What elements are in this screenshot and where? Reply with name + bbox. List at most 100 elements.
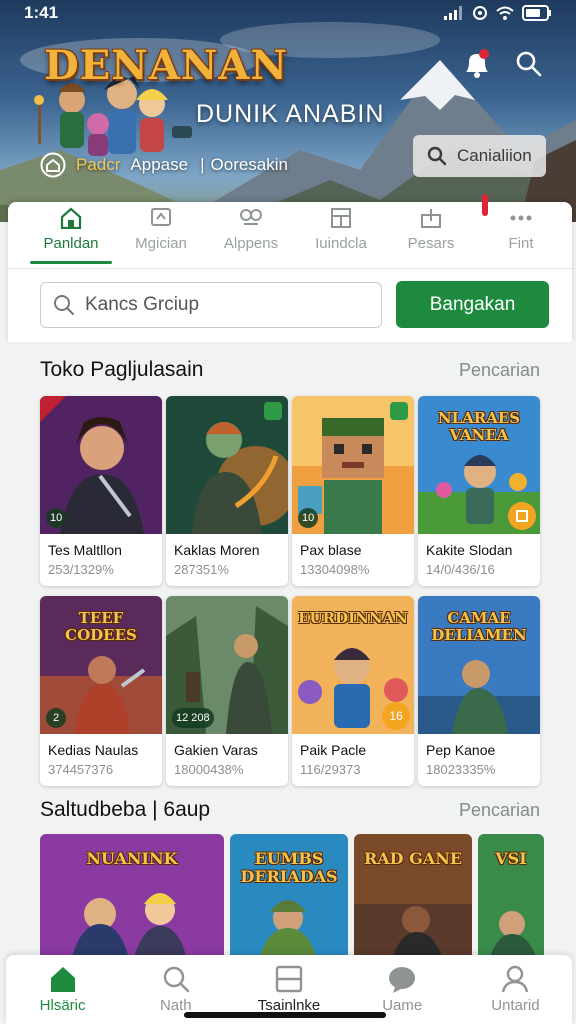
play-icon bbox=[516, 510, 528, 522]
game-card[interactable]: EURDINNAN 16 Paik Pacle 116/29373 bbox=[292, 596, 414, 786]
game-thumbnail: 10 bbox=[40, 396, 162, 534]
game-card[interactable]: 12 208 Gakien Varas 18000438% bbox=[166, 596, 288, 786]
game-card[interactable]: CAMAE DELIAMEN Pep Kanoe 18023335% bbox=[418, 596, 540, 786]
card-title: Gakien Varas bbox=[174, 742, 258, 758]
card-stat: 253/1329% bbox=[48, 562, 114, 577]
card-orange-badge bbox=[508, 502, 536, 530]
battery-icon bbox=[522, 5, 551, 21]
tab-pesars[interactable]: Pesars bbox=[386, 202, 476, 264]
tab-bar: Panldan Mgician Alppens Iuindcla Pesars … bbox=[26, 202, 566, 264]
strip-art-title: EUMBS DERIADAS bbox=[240, 849, 338, 886]
tab-alppens[interactable]: Alppens bbox=[206, 202, 296, 264]
tabs-divider bbox=[8, 268, 572, 269]
search-input[interactable]: Kancs Grciup bbox=[40, 282, 382, 328]
section-header: Saltudbeba | 6aup Pencarian bbox=[40, 798, 540, 822]
corner-badge bbox=[264, 402, 282, 420]
home-icon bbox=[60, 207, 82, 229]
game-card[interactable]: 10 Tes Maltllon 253/1329% bbox=[40, 396, 162, 586]
main-content: Toko Pagljulasain Pencarian 10 Tes Maltl… bbox=[0, 342, 576, 1024]
chat-bubble-icon bbox=[389, 967, 416, 993]
strip-card[interactable]: VSI bbox=[478, 834, 544, 964]
notification-bell-icon[interactable] bbox=[462, 48, 492, 80]
signal-icon bbox=[444, 6, 462, 20]
tab-iuindcla[interactable]: Iuindcla bbox=[296, 202, 386, 264]
game-card[interactable]: TEEF CODEES 2 Kedias Naulas 374457376 bbox=[40, 596, 162, 786]
game-card[interactable]: Kaklas Moren 287351% bbox=[166, 396, 288, 586]
game-thumbnail: CAMAE DELIAMEN bbox=[418, 596, 540, 734]
hero-banner: DENANAN DUNIK ANABIN Padcr Appase | Oore… bbox=[0, 0, 576, 222]
strip-card[interactable]: NUANINK bbox=[40, 834, 224, 964]
profile-icon bbox=[502, 965, 529, 993]
box-icon bbox=[421, 209, 441, 228]
nav-label: Untarid bbox=[491, 997, 540, 1014]
search-placeholder: Kancs Grciup bbox=[85, 294, 200, 315]
strip-art-title: RAD GANE bbox=[363, 849, 463, 868]
search-submit-button[interactable]: Bangakan bbox=[396, 281, 549, 328]
strip-art-title: NUANINK bbox=[86, 849, 178, 868]
card-stat: 374457376 bbox=[48, 762, 114, 777]
game-grid: 10 Tes Maltllon 253/1329% Kaklas Moren 2… bbox=[40, 396, 540, 786]
game-thumbnail: 12 208 bbox=[166, 596, 288, 734]
card-stat: 116/29373 bbox=[300, 762, 361, 777]
window-icon bbox=[275, 965, 303, 993]
section-title: Saltudbeba | 6aup bbox=[40, 798, 211, 821]
card-title: Kaklas Moren bbox=[174, 542, 260, 558]
more-icon bbox=[510, 215, 532, 221]
card-title: Tes Maltllon bbox=[48, 542, 122, 558]
status-icons bbox=[444, 5, 552, 21]
tab-label: Panldan bbox=[43, 235, 99, 252]
card-title: Pep Kanoe bbox=[426, 742, 496, 758]
card-title: Kakite Slodan bbox=[426, 542, 513, 558]
card-stat: 14/0/436/16 bbox=[426, 562, 495, 577]
game-thumbnail: NLARAES VANEA bbox=[418, 396, 540, 534]
hero-meta-1: Padcr bbox=[76, 155, 121, 174]
hero-meta-3: Ooresakin bbox=[210, 155, 288, 174]
card-badge: 12 208 bbox=[172, 708, 214, 728]
hero-meta-2: Appase bbox=[130, 155, 189, 174]
search-icon bbox=[163, 966, 189, 993]
card-stat: 18023335% bbox=[426, 762, 496, 777]
link-icon bbox=[240, 209, 262, 225]
nav-profile[interactable]: Untarid bbox=[459, 955, 572, 1024]
search-icon[interactable] bbox=[515, 50, 543, 78]
section-title: Toko Pagljulasain bbox=[40, 358, 204, 381]
strip-card[interactable]: RAD GANE bbox=[354, 834, 472, 964]
strip-art-title: VSI bbox=[495, 849, 527, 868]
tab-label: Mgician bbox=[135, 235, 187, 252]
nav-label: Uame bbox=[382, 997, 423, 1014]
search-icon bbox=[54, 295, 74, 315]
card-stat: 18000438% bbox=[174, 762, 244, 777]
hero-search-label: Canialiion bbox=[457, 146, 532, 165]
grid-icon bbox=[331, 208, 351, 228]
status-bar: 1:41 bbox=[0, 0, 576, 26]
tab-label: Fint bbox=[508, 235, 534, 252]
card-badge: 2 bbox=[46, 708, 66, 728]
chat-icon bbox=[151, 208, 171, 226]
game-thumbnail: TEEF CODEES 2 bbox=[40, 596, 162, 734]
card-art-title: TEEF CODEES bbox=[65, 609, 137, 644]
card-art-title: NLARAES VANEA bbox=[437, 409, 521, 444]
tab-label: Pesars bbox=[407, 235, 455, 252]
status-time: 1:41 bbox=[24, 3, 59, 22]
hero-search-button[interactable]: Canialiion bbox=[413, 135, 546, 177]
search-icon bbox=[427, 146, 447, 166]
home-indicator bbox=[184, 1012, 386, 1018]
card-art-title: EURDINNAN bbox=[298, 609, 408, 627]
hero-title: DUNIK ANABIN bbox=[196, 100, 385, 128]
section-link[interactable]: Pencarian bbox=[459, 800, 540, 821]
card-art-title: CAMAE DELIAMEN bbox=[431, 609, 527, 644]
game-card[interactable]: NLARAES VANEA Kakite Slodan 14/0/436/16 bbox=[418, 396, 540, 586]
corner-badge bbox=[390, 402, 408, 420]
strip-card[interactable]: EUMBS DERIADAS bbox=[230, 834, 348, 964]
game-strip: NUANINK EUMBS DERIADAS RAD GANE VSI bbox=[40, 834, 544, 964]
tab-mgician[interactable]: Mgician bbox=[116, 202, 206, 264]
sync-icon bbox=[473, 6, 487, 20]
game-card[interactable]: 10 Pax blase 13304098% bbox=[292, 396, 414, 586]
tab-panldan[interactable]: Panldan bbox=[26, 202, 116, 264]
tab-fint[interactable]: Fint bbox=[476, 202, 566, 264]
tab-label: Alppens bbox=[223, 235, 279, 252]
section-link[interactable]: Pencarian bbox=[459, 360, 540, 381]
game-thumbnail bbox=[166, 396, 288, 534]
nav-home[interactable]: Hlsäric bbox=[6, 955, 119, 1024]
nav-label: Hlsäric bbox=[39, 997, 86, 1014]
